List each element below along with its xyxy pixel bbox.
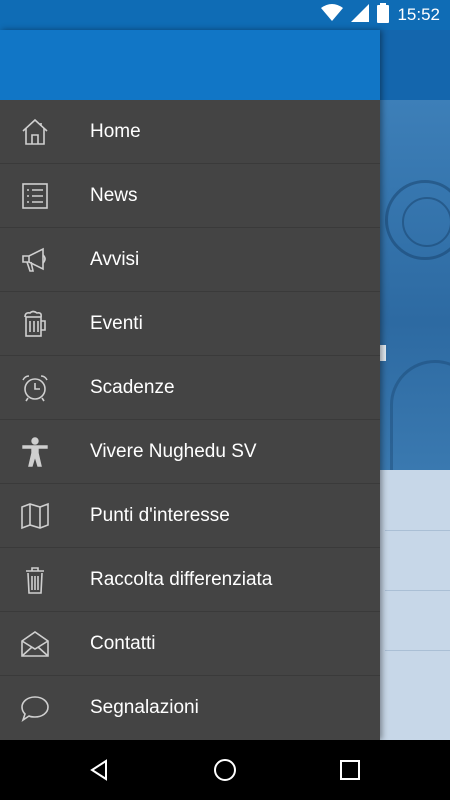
menu-label: Contatti (90, 632, 156, 654)
menu-label: Raccolta differenziata (90, 568, 273, 590)
drawer-header (0, 30, 380, 100)
megaphone-icon (18, 243, 52, 277)
cell-signal-icon (351, 3, 370, 27)
drawer-menu: Home News Avvisi Eventi Scadenze Vivere … (0, 100, 380, 739)
menu-label: Punti d'interesse (90, 504, 230, 526)
list-icon (18, 179, 52, 213)
menu-label: Segnalazioni (90, 696, 199, 718)
trash-icon (18, 563, 52, 597)
menu-item-eventi[interactable]: Eventi (0, 292, 380, 356)
status-time: 15:52 (397, 5, 440, 24)
alarm-clock-icon (18, 371, 52, 405)
battery-icon (377, 2, 390, 28)
status-bar: 15:52 (0, 0, 450, 30)
chat-bubble-icon (18, 691, 52, 725)
status-icons: 15:52 (321, 0, 440, 30)
menu-item-segnalazioni[interactable]: Segnalazioni (0, 676, 380, 739)
menu-label: Avvisi (90, 248, 140, 270)
beer-mug-icon (18, 307, 52, 341)
map-icon (18, 499, 52, 533)
home-icon (18, 115, 52, 149)
menu-item-punti-interesse[interactable]: Punti d'interesse (0, 484, 380, 548)
home-circle-icon[interactable] (190, 740, 260, 800)
recents-icon[interactable] (315, 740, 385, 800)
menu-item-contatti[interactable]: Contatti (0, 612, 380, 676)
menu-label: Scadenze (90, 376, 175, 398)
menu-label: Vivere Nughedu SV (90, 440, 257, 462)
menu-item-vivere-nughedu-sv[interactable]: Vivere Nughedu SV (0, 420, 380, 484)
system-navigation-bar (0, 740, 450, 800)
wifi-icon (321, 3, 344, 27)
menu-label: News (90, 184, 138, 206)
menu-item-home[interactable]: Home (0, 100, 380, 164)
envelope-icon (18, 627, 52, 661)
person-icon (18, 435, 52, 469)
menu-label: Home (90, 120, 141, 142)
navigation-drawer: Home News Avvisi Eventi Scadenze Vivere … (0, 30, 380, 740)
menu-item-scadenze[interactable]: Scadenze (0, 356, 380, 420)
drawer-drag-handle[interactable] (380, 345, 386, 361)
menu-item-raccolta-differenziata[interactable]: Raccolta differenziata (0, 548, 380, 612)
menu-label: Eventi (90, 312, 143, 334)
menu-item-avvisi[interactable]: Avvisi (0, 228, 380, 292)
back-icon[interactable] (64, 740, 134, 800)
menu-item-news[interactable]: News (0, 164, 380, 228)
